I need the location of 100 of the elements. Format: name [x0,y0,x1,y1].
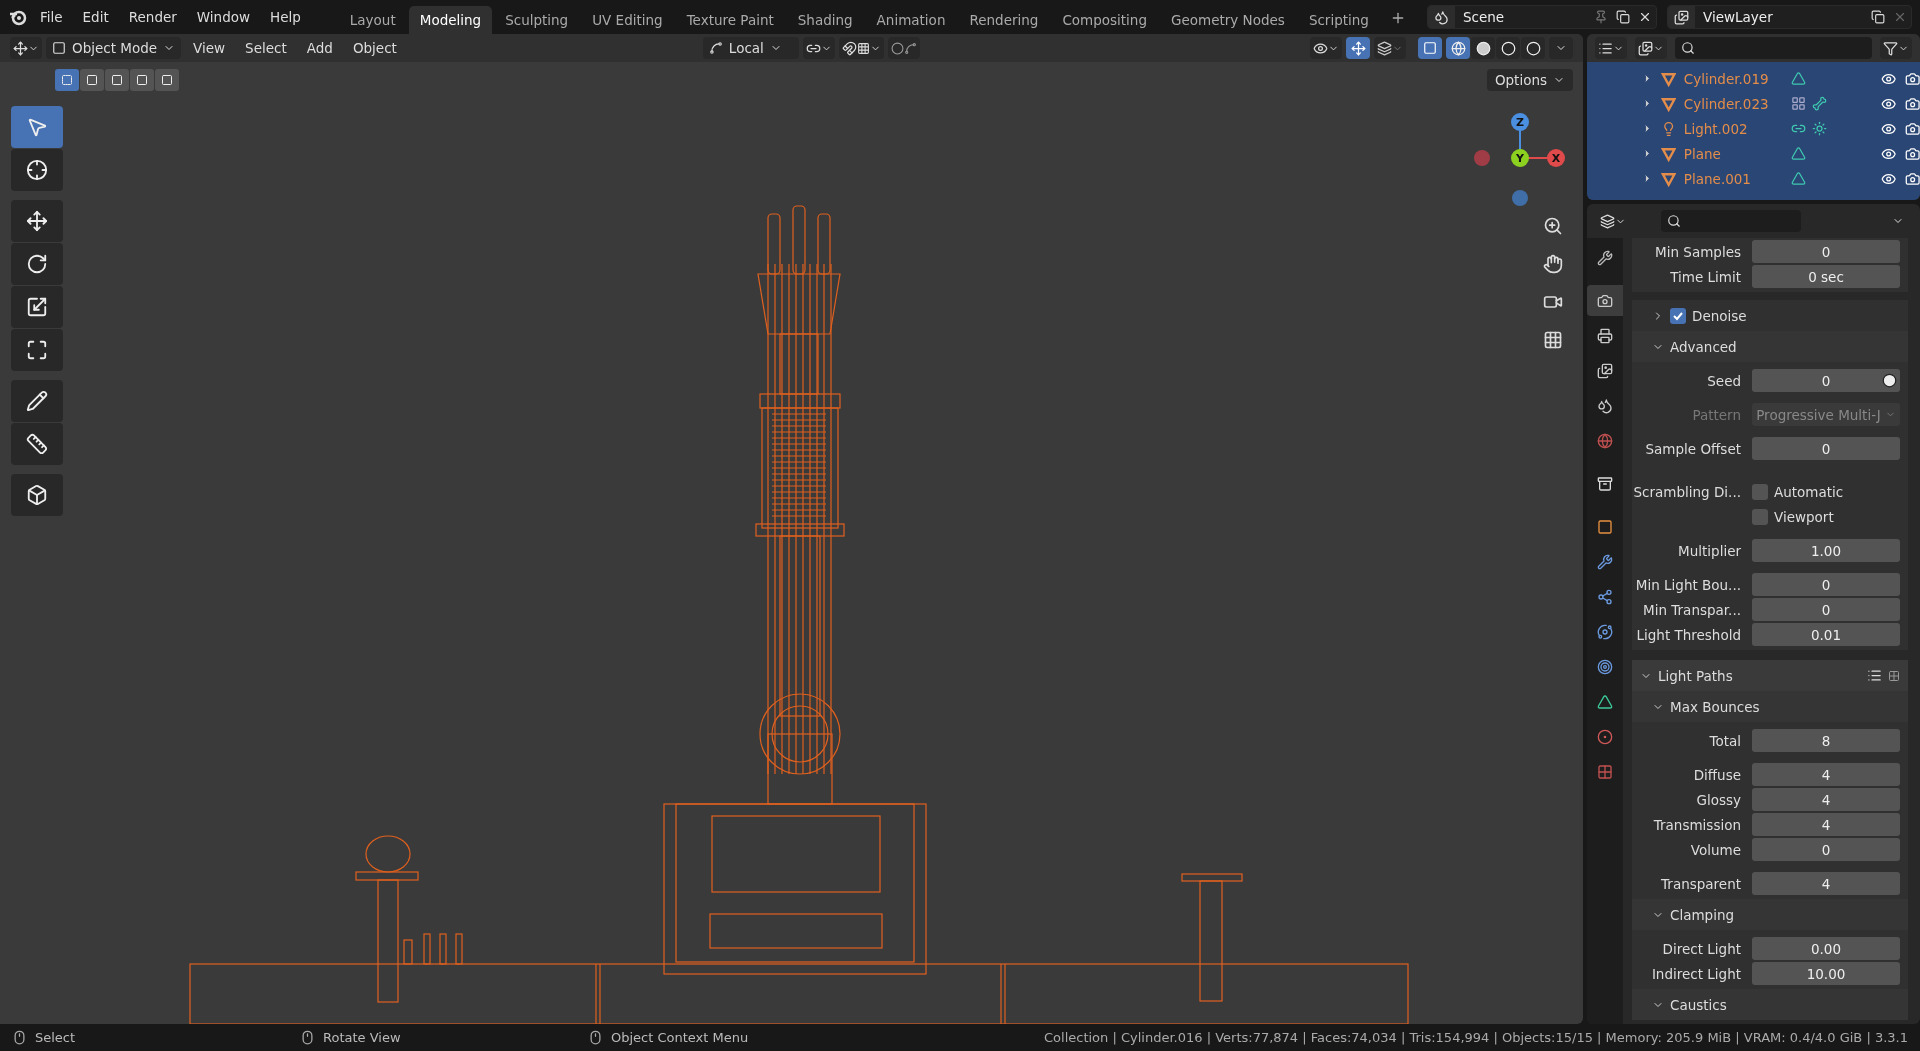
number-field[interactable]: 0 [1752,437,1900,460]
property-label: Sample Offset [1644,440,1741,457]
number-field[interactable]: 4 [1752,788,1900,811]
object-name[interactable]: Plane.001 [1683,170,1792,187]
scene-selector[interactable]: Scene [1427,5,1657,29]
snap-button[interactable] [838,37,884,59]
workspace-tab[interactable]: UV Editing [581,6,674,34]
selection-mode-button[interactable] [155,69,179,91]
viewport-menu-item[interactable]: View [185,40,234,56]
number-field[interactable]: 4 [1752,872,1900,895]
panel-header[interactable]: Light Paths [1632,660,1908,691]
number-field[interactable]: 0.01 [1752,623,1900,646]
workspace-tab[interactable]: Shading [786,6,864,34]
mode-dropdown[interactable]: Object Mode [46,37,182,59]
number-field[interactable]: 1.00 [1752,539,1900,562]
selection-mode-button[interactable] [55,69,79,91]
search-field[interactable] [1661,210,1801,232]
viewport-menu-item[interactable]: Select [237,40,295,56]
menu-item[interactable]: File [32,5,71,29]
selection-mode-button[interactable] [105,69,129,91]
tool-button[interactable] [11,380,63,422]
number-field[interactable]: 0 [1752,369,1900,392]
duplicate-icon[interactable] [1616,10,1630,24]
drag-handle-icon[interactable] [1888,669,1900,682]
display-mode-button[interactable] [1595,37,1627,59]
render-tab[interactable] [1587,285,1623,316]
object-name[interactable]: Cylinder.023 [1683,95,1792,112]
pin-icon[interactable] [1594,10,1608,24]
checkbox[interactable] [1752,508,1768,525]
search-field[interactable] [1675,37,1872,59]
subpanel-header[interactable]: Advanced [1632,331,1908,362]
xray-button[interactable] [1418,37,1442,59]
tool-button[interactable] [11,243,63,285]
orientation-dropdown[interactable]: Local [702,37,799,59]
number-field[interactable]: 10.00 [1752,962,1900,985]
number-field[interactable]: 0 [1752,573,1900,596]
number-field[interactable]: 0 [1752,598,1900,621]
render-icon[interactable] [1904,145,1920,162]
tool-button[interactable] [11,286,63,328]
duplicate-icon[interactable] [1871,10,1885,24]
workspace-tab[interactable]: Geometry Nodes [1160,6,1296,34]
render-icon[interactable] [1904,120,1920,137]
navigation-gizmo-drawing[interactable]: Z Y X [1470,110,1570,210]
selection-mode-button[interactable] [130,69,154,91]
menu-item[interactable]: Edit [74,5,117,29]
shading-mode-button[interactable] [1521,37,1545,59]
pivot-button[interactable] [802,37,835,59]
number-field[interactable]: 0 [1752,240,1900,263]
object-name[interactable]: Cylinder.019 [1683,70,1792,87]
subpanel-header[interactable]: Clamping [1632,899,1908,930]
number-field[interactable]: 4 [1752,813,1900,836]
workspace-tab[interactable]: Texture Paint [675,6,785,34]
subpanel-header[interactable]: Max Bounces [1632,691,1908,722]
view-layer-selector[interactable]: ViewLayer [1667,5,1912,29]
checkbox[interactable] [1752,483,1768,500]
tool-button[interactable] [11,200,63,242]
checkbox[interactable] [1670,307,1686,324]
tool-button[interactable] [11,474,63,516]
number-field[interactable]: 4 [1752,763,1900,786]
workspace-tab[interactable]: Modeling [408,6,493,34]
workspace-tab[interactable]: Scripting [1297,6,1380,34]
view-layer-button[interactable] [1635,37,1667,59]
subpanel-header[interactable]: Denoise [1632,300,1908,331]
workspace-tab[interactable]: Compositing [1051,6,1158,34]
number-field[interactable]: 8 [1752,729,1900,752]
overlays-button[interactable] [1374,37,1406,59]
number-field[interactable]: 0 [1752,838,1900,861]
selection-mode-button[interactable] [80,69,104,91]
property-label: Volume [1689,841,1741,858]
gizmo-button[interactable] [1346,37,1370,59]
menu-item[interactable]: Window [188,5,259,29]
number-field[interactable]: 0 sec [1752,265,1900,288]
tool-button[interactable] [11,149,63,191]
workspace-tab[interactable]: Layout [338,6,407,34]
menu-item[interactable]: Render [120,5,185,29]
viewport-menu-item[interactable]: Object [344,40,405,56]
tool-button[interactable] [11,423,63,465]
object-name[interactable]: Plane [1683,145,1792,162]
object-name[interactable]: Light.002 [1683,120,1792,137]
workspace-tab[interactable]: Animation [865,6,957,34]
viewport-menu-item[interactable]: Add [298,40,341,56]
render-icon[interactable] [1904,70,1920,87]
tool-button[interactable] [11,329,63,371]
menu-item[interactable]: Help [262,5,309,29]
options-dropdown[interactable]: Options [1486,69,1573,91]
shading-mode-button[interactable] [1446,37,1470,59]
render-icon[interactable] [1904,170,1920,187]
presets-icon[interactable] [1867,668,1882,683]
proportional-edit-button[interactable] [887,37,920,59]
close-icon[interactable] [1638,10,1652,24]
shading-mode-button[interactable] [1471,37,1495,59]
editor-type-button[interactable] [10,37,42,59]
subpanel-header[interactable]: Caustics [1632,989,1908,1020]
workspace-tab[interactable]: Sculpting [494,6,580,34]
filter-button[interactable] [1880,37,1912,59]
render-icon[interactable] [1904,95,1920,112]
visibility-button[interactable] [1310,37,1342,59]
shading-mode-button[interactable] [1496,37,1520,59]
workspace-tab[interactable]: Rendering [958,6,1050,34]
number-field[interactable]: 0.00 [1752,937,1900,960]
